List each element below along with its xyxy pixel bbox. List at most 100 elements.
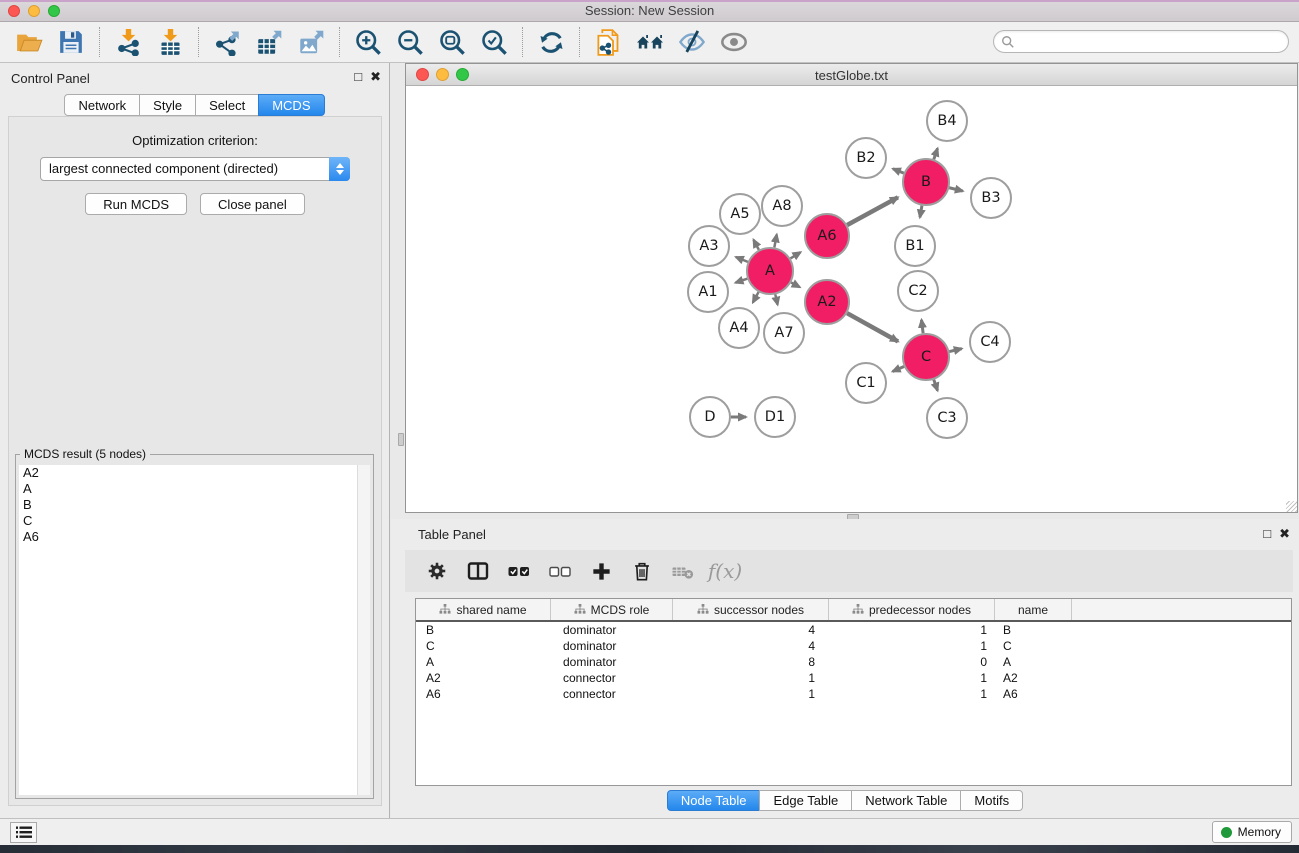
cell-shared-name[interactable]: A bbox=[416, 654, 551, 670]
edge-A-A3[interactable] bbox=[736, 257, 748, 262]
cell-predecessor-nodes[interactable]: 1 bbox=[829, 638, 995, 654]
node-A6[interactable]: A6 bbox=[805, 214, 849, 258]
edge-A6-B[interactable] bbox=[847, 197, 898, 225]
node-B2[interactable]: B2 bbox=[846, 138, 886, 178]
save-session-button[interactable] bbox=[57, 28, 85, 56]
show-task-history-button[interactable] bbox=[10, 822, 37, 843]
unselect-all-columns-button[interactable] bbox=[547, 558, 573, 584]
node-B1[interactable]: B1 bbox=[895, 226, 935, 266]
cell-shared-name[interactable]: A6 bbox=[416, 686, 551, 702]
column-header-predecessor-nodes[interactable]: predecessor nodes bbox=[829, 599, 995, 620]
cell-name[interactable]: A2 bbox=[995, 670, 1072, 686]
edge-A-A4[interactable] bbox=[753, 292, 759, 302]
delete-table-button[interactable] bbox=[670, 558, 696, 584]
table-row[interactable]: A2connector11A2 bbox=[416, 670, 1291, 686]
node-A2[interactable]: A2 bbox=[805, 280, 849, 324]
tab-mcds[interactable]: MCDS bbox=[258, 94, 324, 116]
node-table[interactable]: shared nameMCDS rolesuccessor nodesprede… bbox=[415, 598, 1292, 786]
tab-network[interactable]: Network bbox=[64, 94, 140, 116]
export-network-button[interactable] bbox=[213, 28, 241, 56]
cell-shared-name[interactable]: B bbox=[416, 622, 551, 638]
show-panel-button[interactable] bbox=[720, 28, 748, 56]
search-input[interactable] bbox=[1015, 33, 1288, 51]
delete-column-button[interactable] bbox=[629, 558, 655, 584]
node-C[interactable]: C bbox=[903, 334, 949, 380]
vertical-scroll-thumb[interactable] bbox=[398, 433, 404, 446]
import-table-button[interactable] bbox=[156, 28, 184, 56]
edge-B-B2[interactable] bbox=[893, 169, 904, 173]
cell-predecessor-nodes[interactable]: 1 bbox=[829, 670, 995, 686]
cell-name[interactable]: B bbox=[995, 622, 1072, 638]
float-panel-icon[interactable]: □ bbox=[354, 70, 362, 84]
edge-A-A1[interactable] bbox=[735, 279, 747, 283]
network-graph[interactable]: AA1A2A3A4A5A6A7A8BB1B2B3B4CC1C2C3C4DD1 bbox=[406, 86, 1297, 512]
result-item[interactable]: A bbox=[19, 481, 370, 497]
zoom-fit-button[interactable] bbox=[438, 28, 466, 56]
zoom-selected-button[interactable] bbox=[480, 28, 508, 56]
node-A1[interactable]: A1 bbox=[688, 272, 728, 312]
column-header-shared-name[interactable]: shared name bbox=[416, 599, 551, 620]
run-mcds-button[interactable]: Run MCDS bbox=[85, 193, 187, 215]
cell-successor-nodes[interactable]: 1 bbox=[673, 686, 829, 702]
edge-B-B3[interactable] bbox=[949, 188, 963, 191]
network-canvas[interactable]: AA1A2A3A4A5A6A7A8BB1B2B3B4CC1C2C3C4DD1 bbox=[406, 86, 1297, 512]
node-A3[interactable]: A3 bbox=[689, 226, 729, 266]
node-A8[interactable]: A8 bbox=[762, 186, 802, 226]
edge-A-A8[interactable] bbox=[774, 235, 776, 248]
table-row[interactable]: Bdominator41B bbox=[416, 622, 1291, 638]
column-browser-button[interactable] bbox=[465, 558, 491, 584]
edge-B-B4[interactable] bbox=[934, 148, 938, 159]
table-row[interactable]: Adominator80A bbox=[416, 654, 1291, 670]
result-item[interactable]: A6 bbox=[19, 529, 370, 545]
tab-motifs[interactable]: Motifs bbox=[960, 790, 1023, 811]
cell-successor-nodes[interactable]: 8 bbox=[673, 654, 829, 670]
edge-A-A6[interactable] bbox=[790, 252, 800, 258]
cell-predecessor-nodes[interactable]: 1 bbox=[829, 622, 995, 638]
node-A[interactable]: A bbox=[747, 248, 793, 294]
mcds-result-list[interactable]: A2ABCA6 bbox=[19, 465, 370, 795]
node-C1[interactable]: C1 bbox=[846, 363, 886, 403]
column-header-successor-nodes[interactable]: successor nodes bbox=[673, 599, 829, 620]
edge-B-B1[interactable] bbox=[920, 206, 922, 218]
open-session-button[interactable] bbox=[15, 28, 43, 56]
create-column-button[interactable] bbox=[588, 558, 614, 584]
cell-MCDS-role[interactable]: dominator bbox=[551, 638, 673, 654]
node-D1[interactable]: D1 bbox=[755, 397, 795, 437]
apply-layout-button[interactable] bbox=[537, 28, 565, 56]
memory-button[interactable]: Memory bbox=[1212, 821, 1292, 843]
cell-name[interactable]: A bbox=[995, 654, 1072, 670]
select-all-columns-button[interactable] bbox=[506, 558, 532, 584]
export-image-button[interactable] bbox=[297, 28, 325, 56]
node-D[interactable]: D bbox=[690, 397, 730, 437]
result-item[interactable]: A2 bbox=[19, 465, 370, 481]
result-list-scrollbar[interactable] bbox=[357, 465, 370, 795]
cell-MCDS-role[interactable]: dominator bbox=[551, 654, 673, 670]
close-panel-icon[interactable]: ✖ bbox=[370, 70, 381, 84]
edge-A-A2[interactable] bbox=[791, 282, 800, 287]
float-table-panel-icon[interactable]: □ bbox=[1263, 527, 1271, 541]
zoom-out-button[interactable] bbox=[396, 28, 424, 56]
edge-C-C1[interactable] bbox=[893, 367, 904, 372]
edge-C-C2[interactable] bbox=[921, 320, 923, 333]
column-header-MCDS-role[interactable]: MCDS role bbox=[551, 599, 673, 620]
clone-network-button[interactable] bbox=[594, 28, 622, 56]
home-button[interactable] bbox=[636, 28, 664, 56]
table-row[interactable]: A6connector11A6 bbox=[416, 686, 1291, 702]
edge-C-C4[interactable] bbox=[949, 349, 961, 352]
node-B4[interactable]: B4 bbox=[927, 101, 967, 141]
edge-C-C3[interactable] bbox=[934, 380, 938, 391]
cell-name[interactable]: C bbox=[995, 638, 1072, 654]
tab-select[interactable]: Select bbox=[195, 94, 259, 116]
node-A5[interactable]: A5 bbox=[720, 194, 760, 234]
hide-panel-button[interactable] bbox=[678, 28, 706, 56]
node-C3[interactable]: C3 bbox=[927, 398, 967, 438]
resize-grip-icon[interactable] bbox=[1286, 501, 1297, 512]
table-row[interactable]: Cdominator41C bbox=[416, 638, 1291, 654]
tab-style[interactable]: Style bbox=[139, 94, 196, 116]
table-settings-button[interactable] bbox=[424, 558, 450, 584]
edge-A-A5[interactable] bbox=[754, 240, 759, 250]
cell-MCDS-role[interactable]: connector bbox=[551, 686, 673, 702]
tab-edge-table[interactable]: Edge Table bbox=[759, 790, 852, 811]
node-A4[interactable]: A4 bbox=[719, 308, 759, 348]
export-table-button[interactable] bbox=[255, 28, 283, 56]
